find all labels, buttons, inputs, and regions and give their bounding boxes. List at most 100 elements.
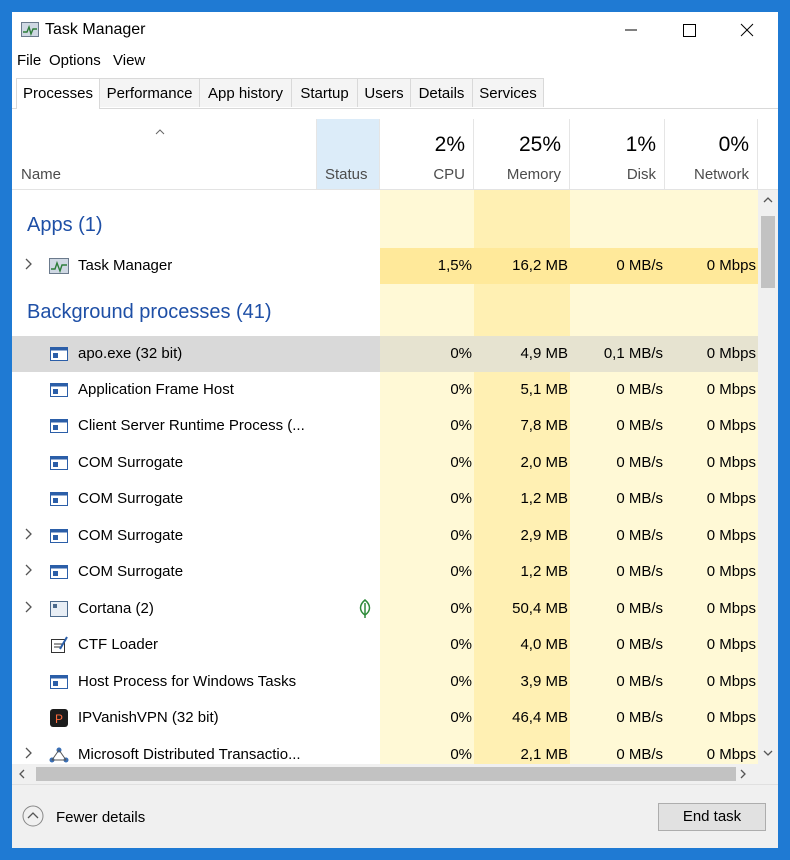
memory-value: 2,0 MB	[520, 454, 568, 471]
disk-value: 0,1 MB/s	[603, 345, 663, 362]
cpu-value: 0%	[450, 417, 472, 434]
disk-value: 0 MB/s	[616, 673, 663, 690]
maximize-icon	[683, 24, 696, 37]
chevron-up-circle-icon[interactable]	[22, 805, 44, 827]
scroll-right-icon[interactable]	[740, 769, 747, 779]
table-row[interactable]: COM Surrogate 0% 2,0 MB 0 MB/s 0 Mbps	[12, 445, 758, 481]
process-name: COM Surrogate	[78, 527, 184, 544]
table-row[interactable]: Cortana (2) 0% 50,4 MB 0 MB/s 0 Mbps	[12, 591, 758, 627]
table-row[interactable]: P IPVanishVPN (32 bit) 0% 46,4 MB 0 MB/s…	[12, 700, 758, 736]
scroll-down-icon[interactable]	[763, 750, 773, 757]
table-row[interactable]: COM Surrogate 0% 1,2 MB 0 MB/s 0 Mbps	[12, 554, 758, 590]
column-disk[interactable]: 1% Disk	[570, 119, 665, 189]
table-row[interactable]: COM Surrogate 0% 2,9 MB 0 MB/s 0 Mbps	[12, 518, 758, 554]
chevron-right-icon[interactable]	[24, 527, 34, 541]
column-name[interactable]: Name	[12, 119, 317, 189]
network-total: 0%	[718, 133, 749, 156]
scroll-up-icon[interactable]	[763, 196, 773, 203]
cpu-value: 0%	[450, 345, 472, 362]
chevron-right-icon[interactable]	[24, 257, 34, 271]
network-value: 0 Mbps	[706, 600, 756, 617]
process-name: Application Frame Host	[78, 381, 234, 398]
tab-app-history[interactable]: App history	[199, 78, 292, 107]
network-value: 0 Mbps	[706, 636, 756, 653]
ctf-loader-icon	[51, 636, 68, 653]
row-heat-highlight	[380, 248, 758, 284]
maximize-button[interactable]	[660, 12, 718, 48]
tab-users[interactable]: Users	[357, 78, 411, 107]
vertical-scroll-thumb[interactable]	[761, 216, 775, 288]
fewer-details-link[interactable]: Fewer details	[56, 809, 145, 826]
column-status[interactable]: Status	[317, 119, 380, 189]
tab-bar: Processes Performance App history Startu…	[12, 78, 778, 109]
process-name: IPVanishVPN (32 bit)	[78, 709, 219, 726]
network-nodes-icon	[49, 747, 69, 763]
column-network[interactable]: 0% Network	[665, 119, 758, 189]
chevron-right-icon[interactable]	[24, 746, 34, 760]
title-bar[interactable]: Task Manager	[12, 12, 778, 48]
menu-file[interactable]: File	[17, 52, 41, 69]
table-row[interactable]: CTF Loader 0% 4,0 MB 0 MB/s 0 Mbps	[12, 627, 758, 663]
cpu-value: 0%	[450, 381, 472, 398]
cpu-total: 2%	[434, 133, 465, 156]
chevron-right-icon[interactable]	[24, 600, 34, 614]
cpu-value: 0%	[450, 563, 472, 580]
horizontal-scroll-thumb[interactable]	[36, 767, 736, 781]
memory-value: 16,2 MB	[512, 257, 568, 274]
table-row-selected[interactable]: apo.exe (32 bit) 0% 4,9 MB 0,1 MB/s 0 Mb…	[12, 336, 758, 372]
end-task-button[interactable]: End task	[658, 803, 766, 831]
memory-value: 2,9 MB	[520, 527, 568, 544]
memory-value: 3,9 MB	[520, 673, 568, 690]
disk-value: 0 MB/s	[616, 454, 663, 471]
disk-value: 0 MB/s	[616, 417, 663, 434]
horizontal-scrollbar[interactable]	[12, 764, 778, 784]
group-background[interactable]: Background processes (41)	[27, 301, 272, 324]
window-app-icon	[50, 383, 68, 397]
table-row[interactable]: Client Server Runtime Process (... 0% 7,…	[12, 408, 758, 444]
vertical-scrollbar[interactable]	[758, 190, 778, 764]
task-manager-icon	[49, 258, 69, 274]
scroll-left-icon[interactable]	[18, 769, 25, 779]
tab-processes[interactable]: Processes	[16, 78, 100, 109]
process-name: apo.exe (32 bit)	[78, 345, 183, 362]
close-button[interactable]	[718, 12, 776, 48]
cpu-value: 1,5%	[437, 257, 472, 274]
menu-view[interactable]: View	[113, 52, 145, 69]
memory-value: 7,8 MB	[520, 417, 568, 434]
cpu-value: 0%	[450, 490, 472, 507]
column-memory[interactable]: 25% Memory	[474, 119, 570, 189]
process-name: COM Surrogate	[78, 454, 184, 471]
table-row[interactable]: Microsoft Distributed Transactio... 0% 2…	[12, 737, 758, 764]
window-app-icon	[50, 347, 68, 361]
tab-performance[interactable]: Performance	[99, 78, 200, 107]
tab-details[interactable]: Details	[410, 78, 473, 107]
tab-services[interactable]: Services	[472, 78, 544, 107]
memory-value: 2,1 MB	[520, 746, 568, 763]
minimize-button[interactable]	[602, 12, 660, 48]
table-row[interactable]: COM Surrogate 0% 1,2 MB 0 MB/s 0 Mbps	[12, 481, 758, 517]
menu-options[interactable]: Options	[49, 52, 101, 69]
cpu-value: 0%	[450, 673, 472, 690]
column-cpu[interactable]: 2% CPU	[380, 119, 474, 189]
chevron-right-icon[interactable]	[24, 563, 34, 577]
group-apps[interactable]: Apps (1)	[27, 214, 103, 237]
disk-value: 0 MB/s	[616, 381, 663, 398]
minimize-icon	[625, 29, 637, 31]
table-row[interactable]: Application Frame Host 0% 5,1 MB 0 MB/s …	[12, 372, 758, 408]
memory-value: 1,2 MB	[520, 563, 568, 580]
process-list: Apps (1) Task Manager 1,5% 16,2 MB 0 MB/…	[12, 190, 758, 764]
network-value: 0 Mbps	[706, 563, 756, 580]
process-name: Task Manager	[78, 257, 173, 274]
cpu-value: 0%	[450, 527, 472, 544]
ipvanish-icon: P	[50, 709, 68, 727]
table-row[interactable]: Task Manager 1,5% 16,2 MB 0 MB/s 0 Mbps	[12, 248, 758, 284]
network-value: 0 Mbps	[706, 527, 756, 544]
tab-startup[interactable]: Startup	[291, 78, 358, 107]
process-name: Cortana (2)	[78, 600, 154, 617]
network-value: 0 Mbps	[706, 417, 756, 434]
column-name-label: Name	[21, 166, 62, 183]
disk-label: Disk	[626, 166, 656, 183]
window-app-icon	[50, 565, 68, 579]
disk-value: 0 MB/s	[616, 257, 663, 274]
table-row[interactable]: Host Process for Windows Tasks 0% 3,9 MB…	[12, 664, 758, 700]
